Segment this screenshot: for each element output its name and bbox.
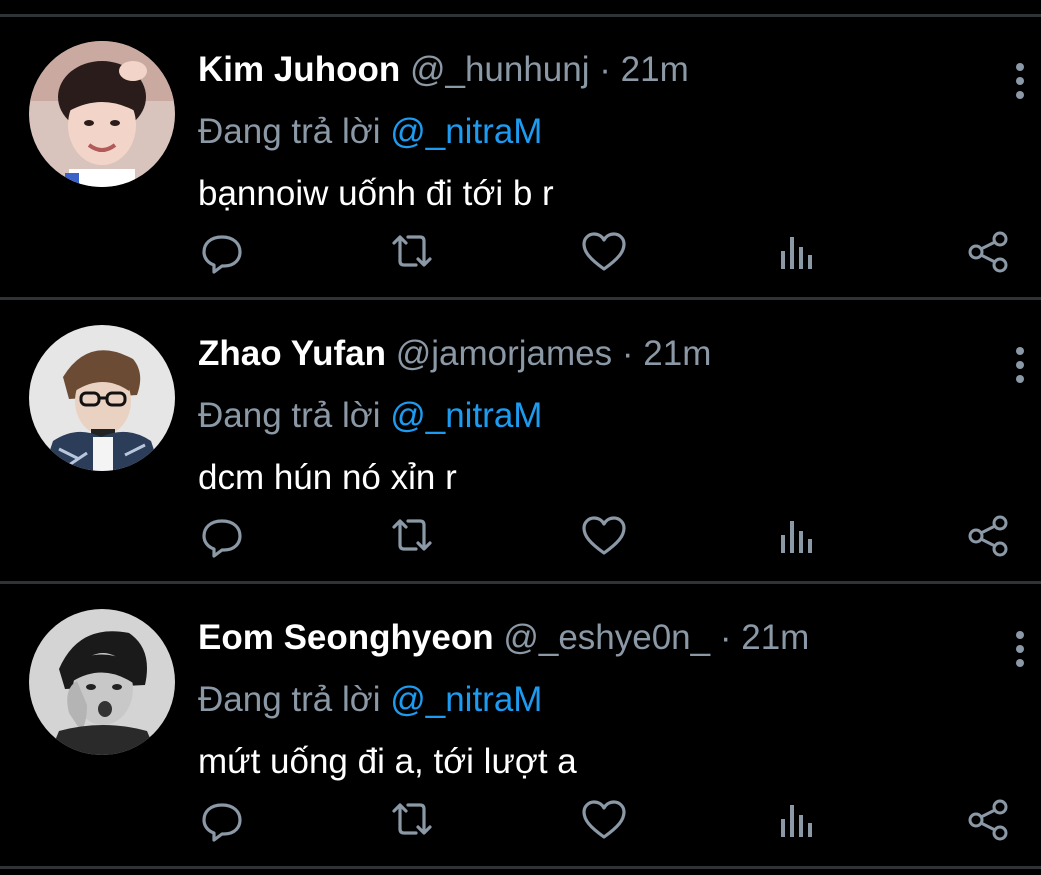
divider (0, 581, 1041, 584)
reply-context: Đang trả lời @_nitraM (198, 393, 542, 439)
divider (0, 297, 1041, 300)
author-handle[interactable]: @_hunhunj (410, 50, 590, 89)
share-icon[interactable] (962, 227, 1014, 277)
action-bar (0, 795, 1041, 845)
author-name[interactable]: Zhao Yufan (198, 334, 386, 373)
reply-icon[interactable] (196, 511, 248, 561)
tweet-text: bạnnoiw uốnh đi tới b r (198, 174, 554, 213)
like-icon[interactable] (578, 511, 630, 561)
tweet-text: mứt uống đi a, tới lượt a (198, 742, 577, 781)
avatar-photo (29, 41, 175, 187)
timestamp[interactable]: 21m (643, 334, 711, 373)
tweet-item[interactable]: Kim Juhoon @_hunhunj · 21m Đang trả lời … (0, 17, 1041, 297)
action-bar (0, 511, 1041, 561)
reply-context: Đang trả lời @_nitraM (198, 677, 542, 723)
retweet-icon[interactable] (386, 795, 438, 845)
tweet-item[interactable]: Eom Seonghyeon @_eshye0n_ · 21m Đang trả… (0, 585, 1041, 865)
reply-mention-link[interactable]: @_nitraM (390, 680, 542, 719)
share-icon[interactable] (962, 795, 1014, 845)
views-icon[interactable] (770, 227, 822, 277)
reply-mention-link[interactable]: @_nitraM (390, 396, 542, 435)
retweet-icon[interactable] (386, 511, 438, 561)
author-name[interactable]: Kim Juhoon (198, 50, 400, 89)
reply-icon[interactable] (196, 227, 248, 277)
timestamp[interactable]: 21m (741, 618, 809, 657)
like-icon[interactable] (578, 795, 630, 845)
avatar[interactable] (29, 325, 175, 471)
avatar-photo (29, 609, 175, 755)
timeline: Kim Juhoon @_hunhunj · 21m Đang trả lời … (0, 0, 1041, 875)
more-vertical-icon[interactable] (1005, 61, 1035, 101)
retweet-icon[interactable] (386, 227, 438, 277)
more-vertical-icon[interactable] (1005, 629, 1035, 669)
views-icon[interactable] (770, 795, 822, 845)
author-name[interactable]: Eom Seonghyeon (198, 618, 494, 657)
like-icon[interactable] (578, 227, 630, 277)
separator-dot: · (599, 50, 611, 89)
avatar[interactable] (29, 41, 175, 187)
tweet-text: dcm hún nó xỉn r (198, 458, 457, 497)
tweet-item[interactable]: Zhao Yufan @jamorjames · 21m Đang trả lờ… (0, 301, 1041, 581)
tweet-header: Kim Juhoon @_hunhunj · 21m (198, 47, 689, 93)
reply-icon[interactable] (196, 795, 248, 845)
tweet-header: Eom Seonghyeon @_eshye0n_ · 21m (198, 615, 809, 661)
separator-dot: · (621, 334, 634, 373)
avatar[interactable] (29, 609, 175, 755)
author-handle[interactable]: @_eshye0n_ (503, 618, 710, 657)
more-vertical-icon[interactable] (1005, 345, 1035, 385)
reply-mention-link[interactable]: @_nitraM (390, 112, 542, 151)
views-icon[interactable] (770, 511, 822, 561)
reply-prefix: Đang trả lời (198, 112, 381, 151)
avatar-photo (29, 325, 175, 471)
divider (0, 866, 1041, 869)
tweet-header: Zhao Yufan @jamorjames · 21m (198, 331, 711, 377)
separator-dot: · (719, 618, 732, 657)
reply-context: Đang trả lời @_nitraM (198, 109, 542, 155)
share-icon[interactable] (962, 511, 1014, 561)
author-handle[interactable]: @jamorjames (396, 334, 612, 373)
action-bar (0, 227, 1041, 277)
timestamp[interactable]: 21m (621, 50, 689, 89)
reply-prefix: Đang trả lời (198, 680, 381, 719)
reply-prefix: Đang trả lời (198, 396, 381, 435)
